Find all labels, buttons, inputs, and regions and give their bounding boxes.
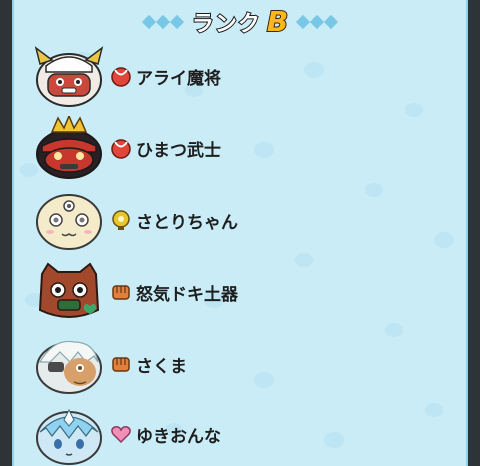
tough-fist-icon [110, 281, 132, 303]
diamond-ornament [310, 14, 325, 30]
rank-list-panel: ランク B アライ魔将 ひまつ武士 さとりちゃん 怒気ドキ土器 さくま ゆきおん… [12, 0, 468, 466]
brave-horns-icon [110, 65, 132, 87]
diamond-ornament [141, 14, 156, 30]
yokai-name: ひまつ武士 [136, 140, 221, 161]
yokai-name: さくま [136, 356, 187, 377]
yokai-name: アライ魔将 [136, 68, 221, 89]
header-left-diamonds [141, 14, 184, 30]
yokai-row[interactable]: さとりちゃん [34, 188, 238, 252]
snow-girl-face-icon [36, 408, 102, 465]
header-right-diamonds [296, 14, 339, 30]
diamond-ornament [324, 14, 339, 30]
mysterious-bulb-icon [110, 209, 132, 231]
diamond-ornament [169, 14, 184, 30]
rank-title-group: ランク B [191, 5, 289, 39]
tough-fist-icon [110, 353, 132, 375]
rank-header: ランク B [14, 4, 466, 40]
charming-heart-icon [110, 423, 132, 445]
brave-horns-icon [110, 137, 132, 159]
yokai-row[interactable]: アライ魔将 [34, 44, 221, 108]
yokai-name: さとりちゃん [136, 212, 238, 233]
yokai-name: 怒気ドキ土器 [136, 284, 238, 305]
three-eyed-girl-face-icon [36, 194, 102, 250]
yokai-row[interactable]: 怒気ドキ土器 [34, 260, 238, 324]
rank-title: ランク [191, 11, 261, 38]
armored-warlord-face-icon [34, 46, 104, 107]
yokai-row[interactable]: ひまつ武士 [34, 116, 221, 180]
samurai-crown-face-icon [36, 116, 102, 179]
diamond-ornament [296, 14, 311, 30]
yokai-row[interactable]: さくま [34, 332, 187, 396]
clay-pot-face-icon [38, 262, 100, 318]
rank-letter-badge: B [266, 5, 289, 38]
yokai-row[interactable]: ゆきおんな [34, 402, 221, 466]
diamond-ornament [155, 14, 170, 30]
yokai-name: ゆきおんな [136, 426, 221, 447]
white-haired-boy-face-icon [36, 340, 102, 394]
